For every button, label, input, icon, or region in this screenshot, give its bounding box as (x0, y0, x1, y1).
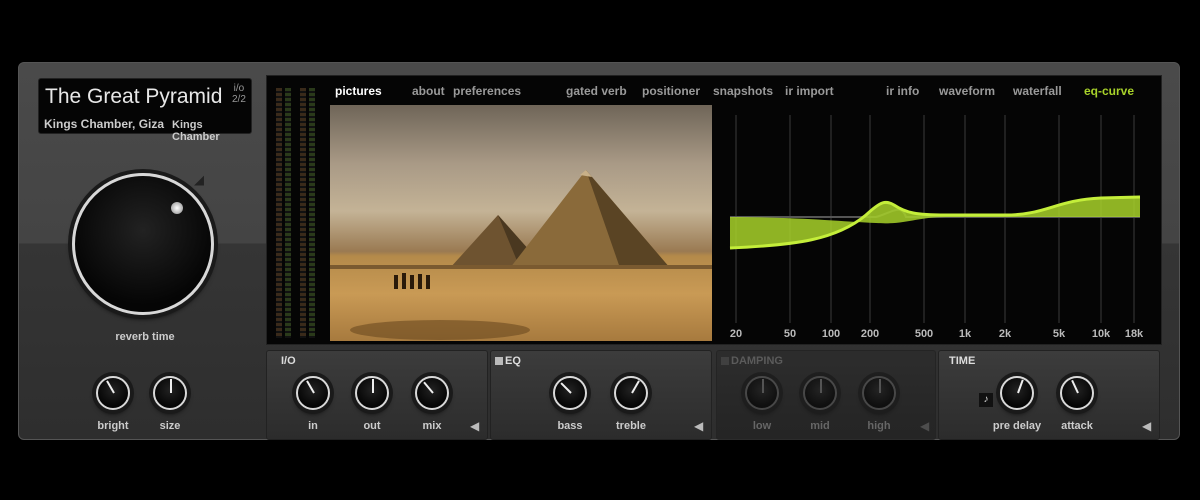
treble-knob[interactable] (614, 376, 648, 410)
io-label: i/o (233, 83, 245, 94)
io-indicator[interactable]: i/o 2/2 (232, 83, 246, 105)
freq-label: 50 (783, 328, 797, 340)
tab-gated-verb[interactable]: gated verb (566, 84, 627, 98)
freq-label: 500 (914, 328, 934, 340)
knob-label: mix (422, 420, 442, 432)
pre-delay-knob[interactable] (1000, 376, 1034, 410)
collapse-arrow-icon[interactable]: ◀ (694, 419, 703, 433)
freq-label: 100 (821, 328, 841, 340)
section-title: TIME (949, 355, 976, 367)
reverb-time-label: reverb time (115, 331, 175, 343)
tab-waterfall[interactable]: waterfall (1013, 84, 1062, 98)
freq-label: 2k (998, 328, 1012, 340)
tab-ir-import[interactable]: ir import (785, 84, 834, 98)
pyramid-image (330, 170, 712, 340)
music-note-icon[interactable]: ♪ (979, 393, 993, 407)
room-picture (330, 105, 712, 341)
high-knob[interactable] (862, 376, 896, 410)
freq-label: 5k (1052, 328, 1066, 340)
mix-knob[interactable] (415, 376, 449, 410)
freq-label: 200 (860, 328, 880, 340)
tab-pictures[interactable]: pictures (335, 84, 382, 98)
tab-waveform[interactable]: waveform (939, 84, 995, 98)
reverb-time-knob[interactable] (72, 173, 214, 315)
knob-dot (171, 202, 183, 214)
size-knob[interactable] (153, 376, 187, 410)
freq-label: 18k (1124, 328, 1144, 340)
level-meter (276, 88, 282, 338)
level-meter (285, 88, 291, 338)
preset-display[interactable]: The Great Pyramid i/o 2/2 Kings Chamber, … (38, 78, 252, 143)
level-meter (309, 88, 315, 338)
knob-label: attack (1061, 420, 1093, 432)
tab-preferences[interactable]: preferences (453, 84, 521, 98)
section-title: EQ (505, 355, 521, 367)
bass-knob[interactable] (553, 376, 587, 410)
collapse-arrow-icon[interactable]: ◀ (920, 419, 929, 433)
tab-about[interactable]: about (412, 84, 445, 98)
eq-curve-graph (729, 115, 1141, 323)
level-meter (300, 88, 306, 338)
freq-label: 1k (958, 328, 972, 340)
tab-ir-info[interactable]: ir info (886, 84, 919, 98)
collapse-arrow-icon[interactable]: ◀ (1142, 419, 1151, 433)
preset-name: The Great Pyramid (45, 85, 223, 108)
in-knob[interactable] (296, 376, 330, 410)
eq-fill-area (730, 197, 1140, 248)
attack-knob[interactable] (1060, 376, 1094, 410)
preset-subtitle: Kings Chamber (172, 119, 220, 143)
bright-knob[interactable] (96, 376, 130, 410)
damping-enable-checkbox[interactable] (721, 357, 729, 365)
knob-label: treble (616, 420, 646, 432)
preset-location: Kings Chamber, Giza (44, 117, 165, 131)
tab-snapshots[interactable]: snapshots (713, 84, 773, 98)
out-knob[interactable] (355, 376, 389, 410)
mid-knob[interactable] (803, 376, 837, 410)
io-value: 2/2 (232, 94, 246, 105)
freq-label: 10k (1091, 328, 1111, 340)
size-label: size (159, 420, 181, 432)
tab-eq-curve[interactable]: eq-curve (1084, 84, 1134, 98)
tab-positioner[interactable]: positioner (642, 84, 700, 98)
eq-enable-checkbox[interactable] (495, 357, 503, 365)
section-title: I/O (281, 355, 296, 367)
low-knob[interactable] (745, 376, 779, 410)
freq-label: 20 (729, 328, 743, 340)
knob-label: high (867, 420, 891, 432)
section-title: DAMPING (731, 355, 783, 367)
